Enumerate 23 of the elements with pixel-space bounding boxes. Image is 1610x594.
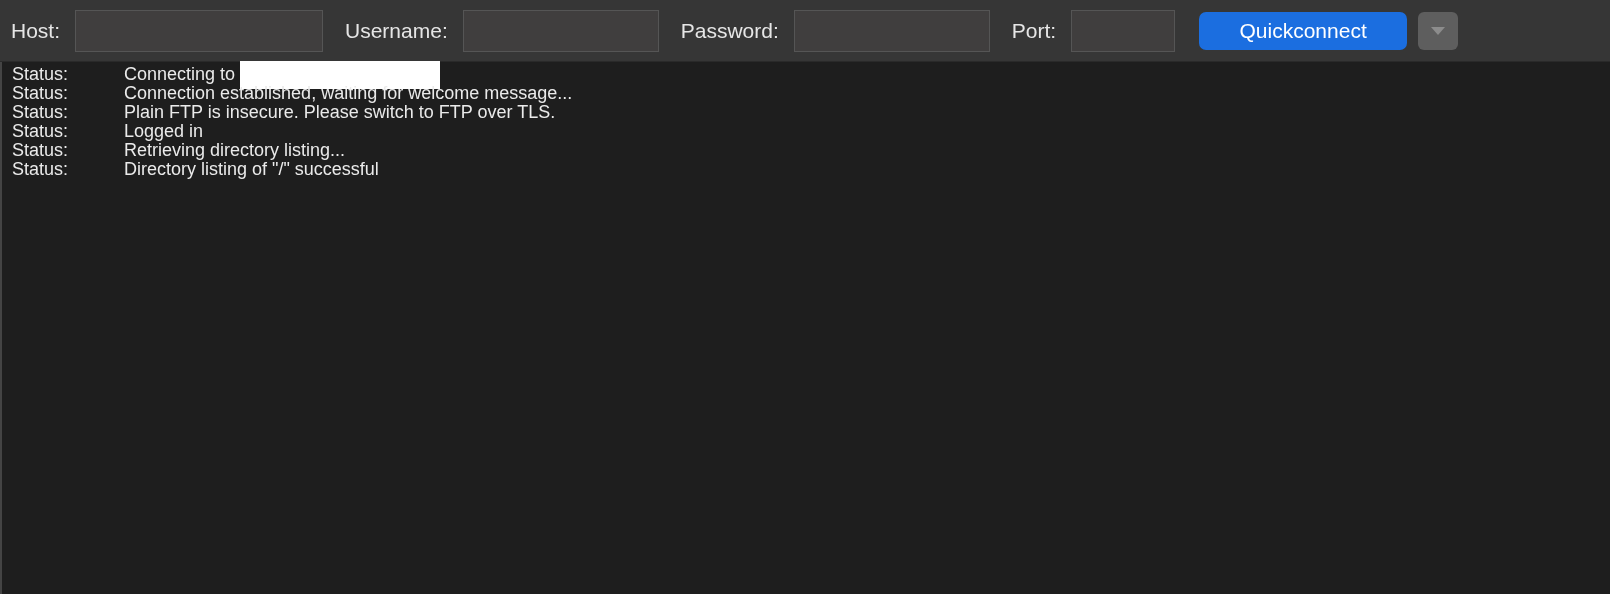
dropdown-button[interactable]: [1418, 11, 1459, 50]
text-field[interactable]: [462, 9, 659, 52]
message-type: Status:: [11, 83, 70, 104]
text-field[interactable]: [1071, 9, 1176, 52]
field-label: Port:: [1011, 18, 1057, 43]
log-message: Retrieving directory listing...: [124, 140, 346, 161]
message-type: Status:: [11, 159, 70, 180]
message-type: Status:: [11, 102, 70, 123]
text-field[interactable]: [75, 9, 323, 52]
log-message: Plain FTP is insecure. Please switch to FTP over TLS.: [124, 102, 556, 123]
text-field[interactable]: [793, 9, 990, 52]
log-message: Logged in: [124, 121, 204, 142]
caret-icon: [1431, 26, 1446, 35]
log-message: Connecting to: [124, 64, 236, 85]
log-message: Directory listing of "/" successful: [124, 159, 379, 180]
message-type: Status:: [11, 64, 70, 85]
message-type: Status:: [11, 140, 70, 161]
field-label: Username:: [345, 18, 448, 43]
log-message: Connection established, waiting for welcome message...: [124, 83, 573, 104]
field-label: Host:: [11, 18, 60, 43]
field-label: Password:: [680, 18, 779, 43]
message-type: Status:: [11, 121, 70, 142]
quickconnect-button[interactable]: Quickconnect: [1199, 11, 1408, 50]
